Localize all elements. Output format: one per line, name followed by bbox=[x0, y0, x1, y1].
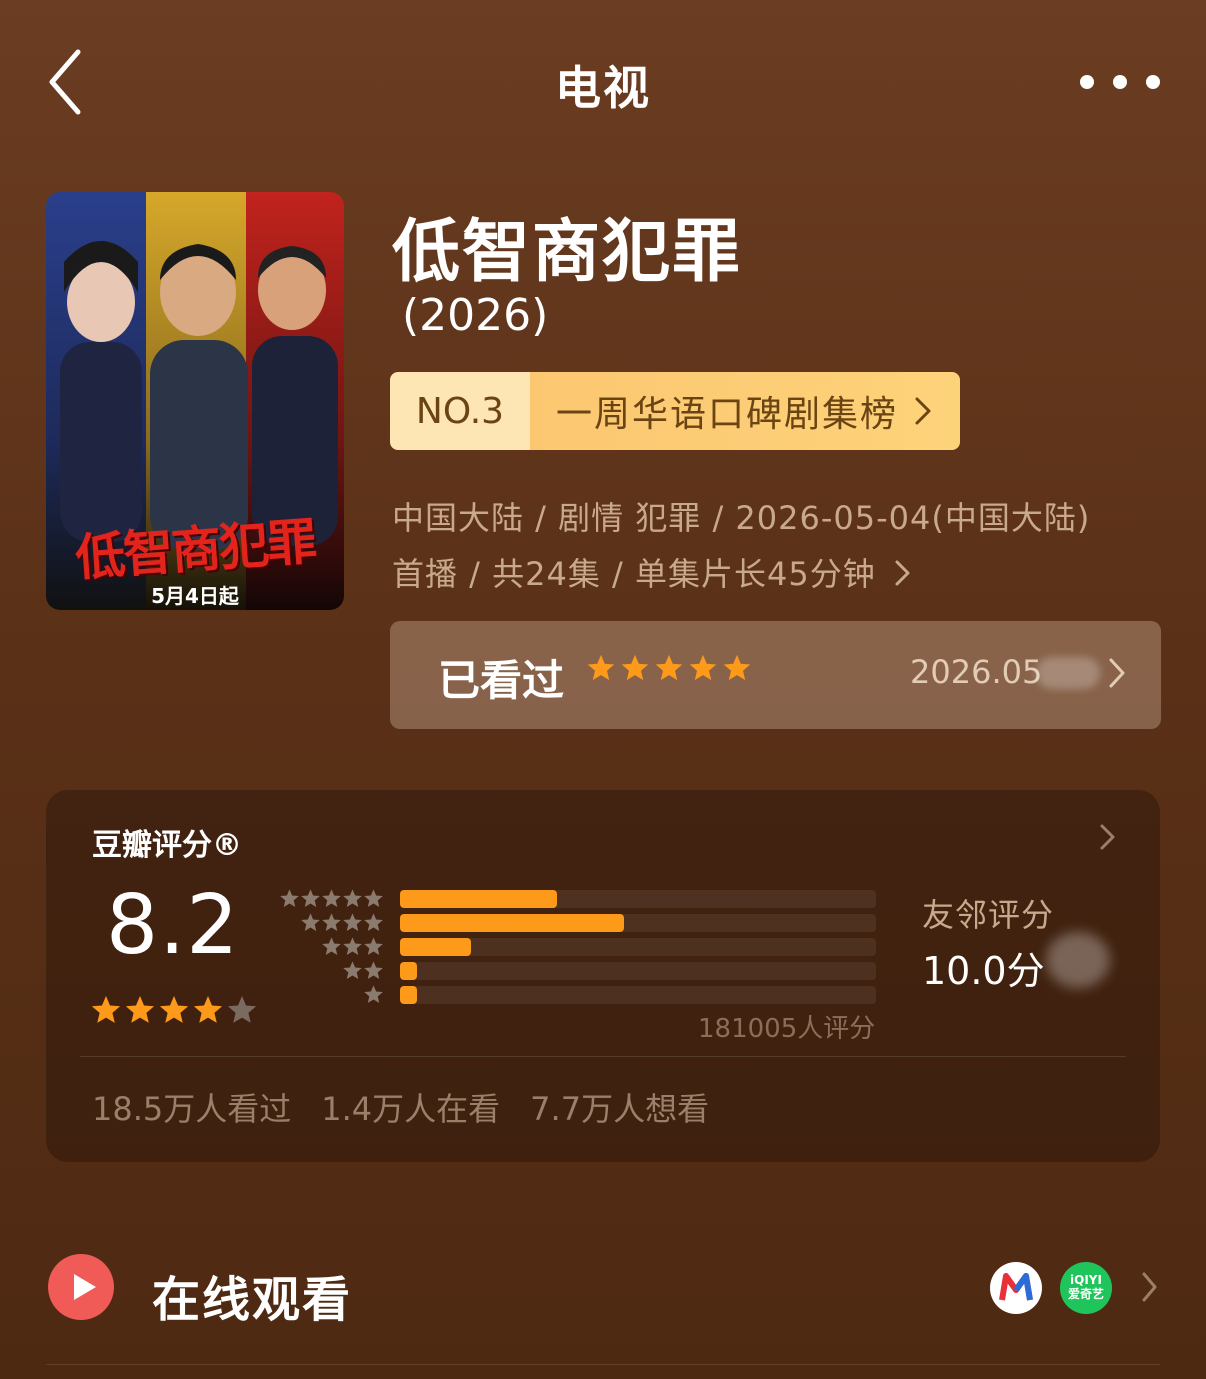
star-icon bbox=[343, 961, 362, 979]
distribution-stars bbox=[300, 912, 384, 933]
rank-list-label: 一周华语口碑剧集榜 bbox=[556, 394, 899, 435]
distribution-track bbox=[400, 890, 876, 908]
star-icon bbox=[343, 889, 362, 907]
distribution-track bbox=[400, 986, 876, 1004]
divider bbox=[80, 1056, 1126, 1057]
star-icon bbox=[125, 996, 155, 1023]
more-dot-icon bbox=[1080, 75, 1094, 89]
rank-number: NO.3 bbox=[390, 372, 530, 450]
rating-score: 8.2 bbox=[106, 878, 240, 973]
watched-label: 已看过 bbox=[438, 656, 565, 705]
stat-watching[interactable]: 1.4万人在看 bbox=[321, 1084, 500, 1130]
ranking-badge[interactable]: NO.3 一周华语口碑剧集榜 bbox=[390, 372, 960, 450]
more-dot-icon bbox=[1146, 75, 1160, 89]
chevron-right-icon bbox=[1100, 824, 1115, 850]
distribution-bar bbox=[400, 938, 472, 956]
star-icon bbox=[301, 889, 320, 907]
distribution-stars bbox=[342, 960, 384, 981]
rating-distribution bbox=[278, 888, 878, 1008]
star-icon bbox=[322, 937, 341, 955]
distribution-track bbox=[400, 938, 876, 956]
friend-avatar[interactable] bbox=[1046, 932, 1110, 988]
watched-date: 2026.05 bbox=[910, 653, 1043, 691]
star-icon bbox=[227, 996, 257, 1023]
star-icon bbox=[301, 913, 320, 931]
divider bbox=[46, 1364, 1160, 1365]
redacted-date bbox=[1036, 657, 1100, 689]
rating-distribution-row bbox=[278, 888, 878, 912]
star-icon bbox=[587, 654, 615, 681]
distribution-track bbox=[400, 914, 876, 932]
star-icon bbox=[364, 985, 383, 1003]
play-icon bbox=[48, 1254, 114, 1320]
meta-text: 中国大陆 / 剧情 犯罪 / 2026-05-04(中国大陆) 首播 / 共24… bbox=[392, 499, 1091, 593]
star-icon bbox=[364, 913, 383, 931]
star-icon bbox=[280, 889, 299, 907]
distribution-bar bbox=[400, 986, 417, 1004]
star-icon bbox=[343, 913, 362, 931]
rating-distribution-row bbox=[278, 936, 878, 960]
poster-date: 5月4日起 bbox=[151, 584, 239, 608]
show-meta-info[interactable]: 中国大陆 / 剧情 犯罪 / 2026-05-04(中国大陆) 首播 / 共24… bbox=[392, 490, 1132, 602]
chevron-right-icon bbox=[1109, 658, 1125, 688]
more-options-button[interactable] bbox=[1080, 60, 1160, 104]
more-dot-icon bbox=[1113, 75, 1127, 89]
star-icon bbox=[364, 961, 383, 979]
rank-list-link: 一周华语口碑剧集榜 bbox=[530, 372, 960, 450]
user-rating-stars bbox=[586, 653, 752, 683]
star-icon bbox=[621, 654, 649, 681]
star-icon bbox=[364, 889, 383, 907]
distribution-bar bbox=[400, 914, 624, 932]
distribution-bar bbox=[400, 890, 558, 908]
iqiyi-logo-text: 爱奇艺 bbox=[1067, 1287, 1104, 1301]
rating-distribution-row bbox=[278, 912, 878, 936]
watch-stats: 18.5万人看过 1.4万人在看 7.7万人想看 bbox=[92, 1084, 709, 1130]
stat-watched[interactable]: 18.5万人看过 bbox=[92, 1084, 291, 1130]
douban-rating-card[interactable]: 豆瓣评分® 8.2 181005人评分 友邻评分 10.0分 18.5万人看过 … bbox=[46, 790, 1160, 1162]
star-icon bbox=[322, 913, 341, 931]
iqiyi-icon[interactable]: iQIYI 爱奇艺 bbox=[1060, 1262, 1112, 1314]
star-icon bbox=[91, 996, 121, 1023]
distribution-track bbox=[400, 962, 876, 980]
star-icon bbox=[723, 654, 751, 681]
rating-distribution-row bbox=[278, 984, 878, 1008]
star-icon bbox=[343, 937, 362, 955]
distribution-stars bbox=[279, 888, 384, 909]
show-title: 低智商犯罪 bbox=[392, 213, 743, 292]
stat-want-to-watch[interactable]: 7.7万人想看 bbox=[530, 1084, 709, 1130]
watched-status-button[interactable]: 已看过 2026.05 bbox=[390, 621, 1161, 729]
online-watch-label: 在线观看 bbox=[152, 1272, 353, 1328]
chevron-right-icon bbox=[895, 560, 910, 586]
poster-image[interactable]: 低智商犯罪 5月4日起 bbox=[46, 192, 344, 610]
star-icon bbox=[159, 996, 189, 1023]
distribution-bar bbox=[400, 962, 417, 980]
iqiyi-logo-text: iQIYI bbox=[1070, 1273, 1102, 1287]
show-year: (2026) bbox=[402, 290, 549, 341]
distribution-stars bbox=[363, 984, 384, 1005]
rating-stars bbox=[90, 994, 258, 1026]
rating-count: 181005人评分 bbox=[698, 1014, 876, 1044]
page-title: 电视 bbox=[555, 61, 651, 115]
chevron-right-icon bbox=[915, 397, 931, 425]
friend-rating-score: 10.0分 bbox=[922, 949, 1045, 993]
online-watch-row[interactable]: 在线观看 iQIYI 爱奇艺 bbox=[46, 1250, 1160, 1330]
star-icon bbox=[364, 937, 383, 955]
rating-title: 豆瓣评分® bbox=[92, 828, 242, 863]
star-icon bbox=[193, 996, 223, 1023]
star-icon bbox=[322, 889, 341, 907]
mango-icon[interactable] bbox=[990, 1262, 1042, 1314]
friend-rating-label: 友邻评分 bbox=[922, 896, 1055, 934]
chevron-right-icon bbox=[1142, 1272, 1157, 1302]
distribution-stars bbox=[321, 936, 384, 957]
star-icon bbox=[689, 654, 717, 681]
star-icon bbox=[655, 654, 683, 681]
rating-distribution-row bbox=[278, 960, 878, 984]
